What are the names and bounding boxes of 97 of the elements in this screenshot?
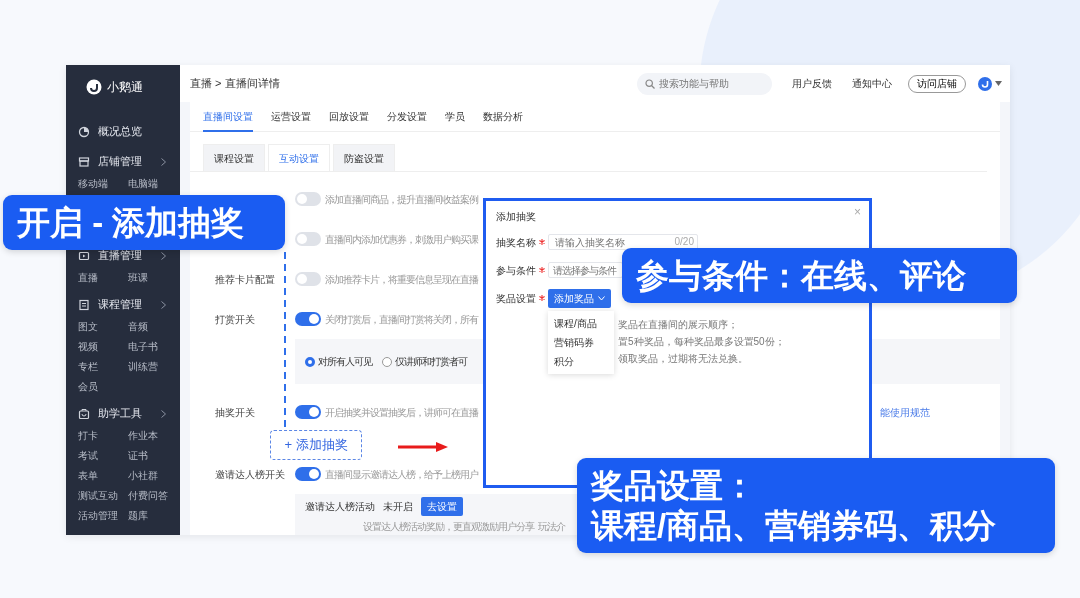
sidebar-subitem[interactable]: 视频 — [78, 338, 128, 356]
setting-description: 添加推荐卡片，将重要信息呈现在直播 — [325, 272, 478, 287]
callout-text: 开启 - 添加抽奖 — [17, 202, 246, 243]
toggle-switch[interactable] — [295, 232, 321, 246]
add-lottery-button[interactable]: + 添加抽奖 — [270, 430, 362, 460]
callout-text: 参与条件：在线、评论 — [636, 255, 967, 296]
store-icon — [78, 156, 90, 168]
invite-note: 设置达人榜活动奖励，更直观激励用户分享 — [363, 520, 534, 534]
arrow — [398, 440, 448, 454]
setting-label: 推荐卡片配置 — [215, 273, 275, 285]
setting-description: 直播间显示邀请达人榜，给予上榜用户 — [325, 467, 478, 482]
dialog-title: 添加抽奖 — [496, 210, 536, 224]
menu-item[interactable]: 积分 — [548, 351, 614, 371]
visit-store-button[interactable]: 访问店铺 — [908, 74, 966, 93]
field-label: 参与条件 — [496, 263, 536, 278]
sidebar-item[interactable]: 概况总览 — [98, 124, 142, 140]
sidebar-subitem[interactable]: 班课 — [128, 269, 178, 287]
sidebar-subitem[interactable]: 专栏 — [78, 358, 128, 376]
sidebar-subitem[interactable]: 考试 — [78, 447, 128, 465]
setting-description: 关闭打赏后，直播间打赏将关闭，所有 — [325, 312, 478, 327]
header-link[interactable]: 通知中心 — [852, 76, 892, 91]
tab[interactable]: 回放设置 — [329, 102, 369, 132]
setting-description: 添加直播间商品，提升直播间收益案例 — [325, 192, 478, 207]
search-field[interactable]: 搜索功能与帮助 — [637, 72, 772, 95]
sidebar-subitem[interactable]: 题库 — [128, 507, 178, 525]
hint-text: 领取奖品，过期将无法兑换。 — [618, 351, 749, 366]
radio-option[interactable]: 对所有人可见 — [305, 354, 372, 369]
sidebar-subitem[interactable]: 音频 — [128, 318, 178, 336]
sidebar-subitem[interactable]: 训练营 — [128, 358, 178, 376]
setting-description: 开启抽奖并设置抽奖后，讲师可在直播 — [325, 405, 478, 420]
sidebar-subitem[interactable]: 电子书 — [128, 338, 178, 356]
subtab[interactable]: 防盗设置 — [333, 144, 395, 171]
menu-item[interactable]: 营销码券 — [548, 332, 614, 352]
sidebar-item[interactable]: 助学工具 — [98, 406, 142, 422]
sidebar-subitem[interactable]: 表单 — [78, 467, 128, 485]
sidebar-subitem[interactable]: 电脑端 — [128, 175, 178, 193]
setup-button[interactable]: 去设置 — [421, 497, 463, 516]
sidebar-subitem[interactable]: 作业本 — [128, 427, 178, 445]
sidebar-subitem[interactable]: 付费问答 — [128, 487, 178, 505]
logo-text: 小鹅通 — [107, 79, 143, 96]
radio-option[interactable]: 仅讲师和打赏者可 — [382, 354, 467, 369]
menu-item[interactable]: 课程/商品 — [548, 313, 614, 333]
sidebar-subitem[interactable]: 证书 — [128, 447, 178, 465]
tab[interactable]: 分发设置 — [387, 102, 427, 132]
subtab[interactable]: 互动设置 — [268, 144, 330, 171]
sidebar-item[interactable]: 课程管理 — [98, 297, 142, 313]
sidebar-item[interactable]: 店铺管理 — [98, 154, 142, 170]
field-label: 抽奖名称 — [496, 235, 536, 250]
link[interactable]: 能使用规范 — [880, 404, 930, 420]
sidebar-subitem[interactable]: 测试互动 — [78, 487, 128, 505]
avatar-icon[interactable] — [978, 76, 992, 91]
setting-label: 抽奖开关 — [215, 406, 255, 418]
chevron-right-icon — [161, 410, 166, 418]
book-icon — [78, 299, 90, 311]
sidebar-subitem[interactable]: 会员 — [78, 378, 128, 396]
callout-text: 奖品设置： — [591, 465, 757, 506]
add-prize-button[interactable]: 添加奖品 — [548, 288, 611, 308]
toggle-switch[interactable] — [295, 312, 321, 326]
invite-title: 邀请达人榜活动 — [305, 500, 375, 514]
logo-icon — [86, 79, 102, 95]
sidebar-subitem[interactable]: 图文 — [78, 318, 128, 336]
setting-label: 打赏开关 — [215, 313, 255, 325]
tab[interactable]: 学员 — [445, 102, 465, 132]
search-icon — [645, 78, 655, 89]
toggle-switch[interactable] — [295, 192, 321, 206]
callout-text: 课程/商品、营销券码、积分 — [591, 505, 998, 546]
setting-label: 邀请达人榜开关 — [215, 468, 285, 480]
tab[interactable]: 运营设置 — [271, 102, 311, 132]
status-text: 未开启 — [383, 500, 413, 514]
sidebar-subitem[interactable]: 活动管理 — [78, 507, 128, 525]
sidebar-subitem[interactable]: 直播 — [78, 269, 128, 287]
toolbox-icon — [78, 408, 90, 420]
tab[interactable]: 直播间设置 — [203, 102, 253, 132]
header-link[interactable]: 用户反馈 — [792, 76, 832, 91]
select-field[interactable]: 请选择参与条件 — [548, 262, 623, 278]
toggle-switch[interactable] — [295, 405, 321, 419]
tab[interactable]: 数据分析 — [483, 102, 523, 132]
caret-icon[interactable] — [995, 81, 1002, 86]
chevron-down-icon — [598, 295, 605, 301]
chart-icon — [78, 126, 90, 138]
toggle-switch[interactable] — [295, 467, 321, 481]
setting-description: 直播间内添加优惠券，刺激用户购买课 — [325, 232, 478, 247]
sidebar-subitem[interactable]: 移动端 — [78, 175, 128, 193]
video-icon — [78, 250, 90, 262]
chevron-right-icon — [161, 158, 166, 166]
field-label: 奖品设置 — [496, 291, 536, 306]
hint-text: 奖品在直播间的展示顺序； — [618, 317, 739, 332]
chevron-right-icon — [161, 252, 166, 260]
chevron-right-icon — [161, 301, 166, 309]
breadcrumb: 直播 > 直播间详情 — [190, 76, 280, 92]
character-counter: 0/20 — [674, 236, 694, 248]
toggle-switch[interactable] — [295, 272, 321, 286]
sidebar-subitem[interactable]: 小社群 — [128, 467, 178, 485]
subtab[interactable]: 课程设置 — [203, 144, 265, 171]
sidebar-subitem[interactable]: 打卡 — [78, 427, 128, 445]
sidebar-item[interactable]: 直播管理 — [98, 248, 142, 264]
hint-text: 置5种奖品，每种奖品最多设置50份； — [618, 334, 785, 349]
